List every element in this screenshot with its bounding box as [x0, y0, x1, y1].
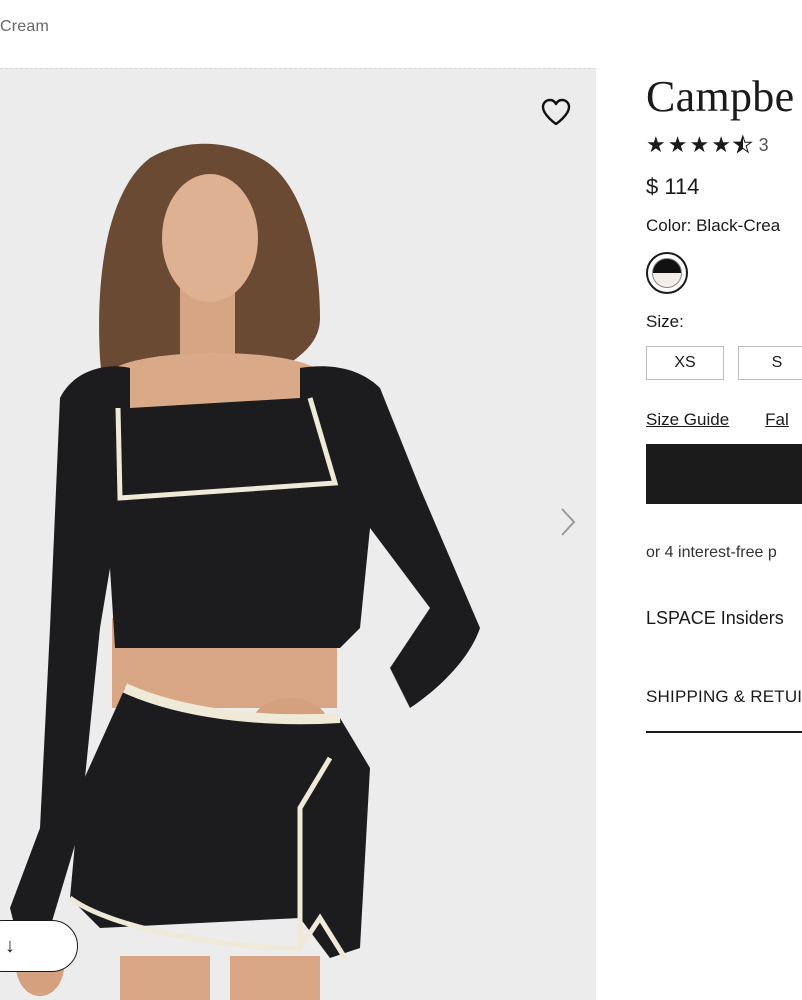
size-label: Size:	[646, 312, 684, 331]
star-icon: ★	[646, 132, 666, 157]
size-option-s[interactable]: S	[738, 346, 802, 380]
gallery-top-border	[0, 68, 596, 69]
product-info-panel: Campbe ★ ★ ★ ★ ★ 3 $ 114 Color: Black-Cr…	[646, 70, 802, 733]
product-price: $ 114	[646, 174, 700, 199]
star-icon: ★	[667, 132, 688, 157]
size-option-xs[interactable]: XS	[646, 346, 724, 380]
next-image-button[interactable]	[552, 502, 584, 542]
product-title: Campbe	[646, 72, 795, 121]
breadcrumb[interactable]: Cream	[0, 18, 49, 36]
size-links: Size Guide Fal	[646, 410, 802, 430]
half-star-icon: ★	[732, 132, 753, 157]
insiders-text[interactable]: LSPACE Insiders	[646, 608, 802, 629]
rating-count: 3	[758, 134, 769, 155]
product-rating[interactable]: ★ ★ ★ ★ ★ 3	[646, 132, 802, 157]
color-label: Color:	[646, 216, 692, 235]
heart-icon	[541, 98, 571, 126]
wishlist-button[interactable]	[538, 94, 574, 130]
scroll-down-pill[interactable]: ↓	[0, 920, 78, 972]
color-value: Black-Crea	[696, 216, 781, 235]
add-to-bag-button[interactable]	[646, 444, 802, 504]
color-row: Color: Black-Crea	[646, 216, 802, 236]
arrow-down-icon: ↓	[5, 934, 15, 957]
installments-text: or 4 interest-free p	[646, 544, 777, 561]
product-image-gallery	[0, 68, 596, 1000]
size-guide-link[interactable]: Size Guide	[646, 410, 729, 430]
star-icon: ★	[689, 132, 710, 157]
chevron-right-icon	[561, 508, 576, 536]
color-swatch-selected[interactable]	[646, 252, 688, 294]
shipping-returns-accordion[interactable]: SHIPPING & RETUI	[646, 687, 802, 733]
black-cream-swatch	[652, 258, 682, 288]
star-icon: ★	[711, 132, 731, 157]
product-photo	[0, 68, 596, 1000]
size-options: XS S	[646, 346, 802, 380]
fit-link[interactable]: Fal	[765, 410, 789, 430]
